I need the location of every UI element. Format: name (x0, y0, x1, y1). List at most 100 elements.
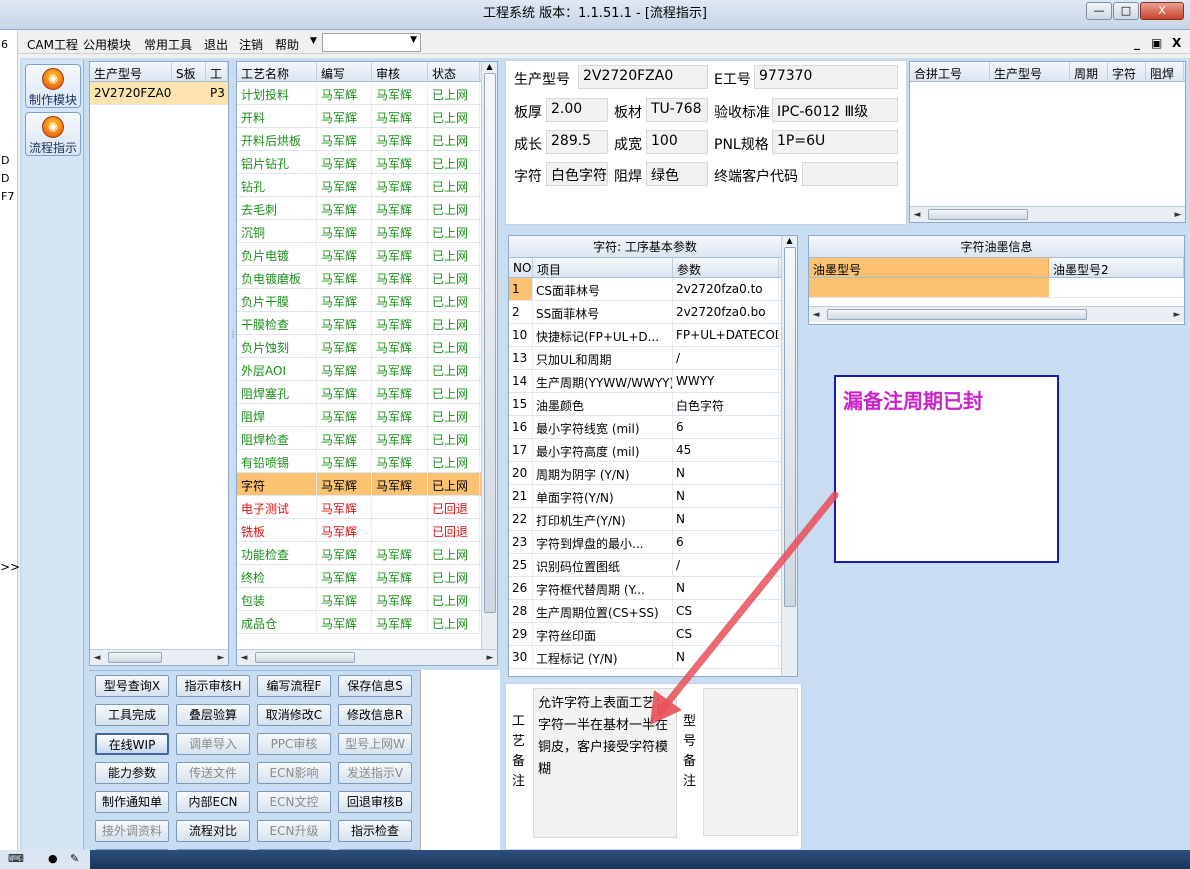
keyboard-icon[interactable]: ⌨ (8, 852, 24, 865)
col-legend[interactable]: 字符 (1108, 62, 1146, 81)
col-status[interactable]: 状态 (428, 62, 480, 81)
table-row[interactable]: 阻焊塞孔 马军辉 马军辉 已上网 (237, 381, 497, 404)
scroll-thumb[interactable] (483, 73, 496, 613)
action-button[interactable]: ECN文控 (257, 791, 331, 813)
length-field[interactable]: 289.5 (546, 130, 608, 154)
action-button[interactable]: PPC审核 (257, 733, 331, 755)
user-icon[interactable]: ● (48, 852, 58, 865)
col-s-board[interactable]: S板 (172, 62, 206, 81)
action-button[interactable]: 指示检查 (338, 820, 412, 842)
table-row[interactable]: 包装 马军辉 马军辉 已上网 (237, 588, 497, 611)
scroll-right-icon[interactable]: ► (1170, 308, 1184, 322)
mdi-restore-button[interactable]: ▣ (1151, 36, 1162, 50)
table-row[interactable]: 阻焊检查 马军辉 马军辉 已上网 (237, 427, 497, 450)
scroll-left-icon[interactable]: ◄ (90, 651, 104, 665)
table-row[interactable]: 14 生产周期(YYWW/WWYY) WWYY (509, 370, 781, 393)
e-job-field[interactable]: 977370 (754, 65, 898, 89)
action-button[interactable]: 工具完成 (95, 704, 169, 726)
col-merge-job[interactable]: 合拼工号 (910, 62, 990, 81)
menu-cam[interactable]: CAM工程 (27, 36, 78, 53)
menu-logout[interactable]: 注销 (239, 36, 263, 53)
action-button[interactable]: 接外调资料 (95, 820, 169, 842)
solder-mask-field[interactable]: 绿色 (646, 162, 708, 186)
menu-help[interactable]: 帮助 (275, 36, 299, 53)
table-row[interactable]: 电子测试 马军辉 已回退 (237, 496, 497, 519)
action-button[interactable]: 指示审核H (176, 675, 250, 697)
scroll-up-icon[interactable]: ▲ (482, 62, 497, 71)
width-field[interactable]: 100 (646, 130, 708, 154)
merge-grid-hscroll[interactable]: ◄ ► (910, 206, 1185, 222)
wrench-icon[interactable]: ✎ (70, 852, 79, 865)
table-row[interactable]: 16 最小字符线宽 (mil) 6 (509, 416, 781, 439)
mdi-minimize-button[interactable]: _ (1134, 36, 1140, 50)
minimize-button[interactable]: — (1086, 2, 1112, 20)
table-row[interactable]: 20 周期为阴字 (Y/N) N (509, 462, 781, 485)
end-customer-code-field[interactable] (802, 162, 898, 186)
scroll-right-icon[interactable]: ► (214, 651, 228, 665)
col-model[interactable]: 生产型号 (90, 62, 172, 81)
menu-common-modules[interactable]: 公用模块 (83, 36, 131, 53)
col-param[interactable]: 参数 (673, 258, 779, 277)
col-writer[interactable]: 编写 (317, 62, 372, 81)
table-row[interactable]: 去毛刺 马军辉 马军辉 已上网 (237, 197, 497, 220)
col-work[interactable]: 工 (206, 62, 228, 81)
action-button[interactable]: 保存信息S (338, 675, 412, 697)
maximize-button[interactable]: □ (1113, 2, 1139, 20)
action-button[interactable]: 型号上网W (338, 733, 412, 755)
production-model-field[interactable]: 2V2720FZA0 (578, 65, 708, 89)
action-button[interactable]: 修改信息R (338, 704, 412, 726)
action-button[interactable]: 发送指示V (338, 762, 412, 784)
process-grid-hscroll[interactable]: ◄ ► (237, 649, 497, 665)
table-row[interactable]: 负片干膜 马军辉 马军辉 已上网 (237, 289, 497, 312)
scroll-up-icon[interactable]: ▲ (782, 236, 797, 245)
col-item[interactable]: 项目 (533, 258, 673, 277)
scroll-left-icon[interactable]: ◄ (809, 308, 823, 322)
table-row[interactable]: 负电镀磨板 马军辉 马军辉 已上网 (237, 266, 497, 289)
scroll-left-icon[interactable]: ◄ (910, 208, 924, 222)
action-button[interactable]: 在线WIP (95, 733, 169, 755)
table-row[interactable]: 计划投料 马军辉 马军辉 已上网 (237, 82, 497, 105)
process-grid-vscroll[interactable]: ▲ (481, 62, 497, 649)
table-row[interactable] (809, 278, 1184, 298)
table-row[interactable]: 开料后烘板 马军辉 马军辉 已上网 (237, 128, 497, 151)
scroll-left-icon[interactable]: ◄ (237, 651, 251, 665)
nav-make-module-button[interactable]: ◉ 制作模块 (25, 64, 81, 108)
scroll-thumb[interactable] (827, 309, 1087, 320)
acceptance-standard-field[interactable]: IPC-6012 Ⅲ级 (772, 98, 898, 122)
close-button[interactable]: X (1140, 2, 1184, 20)
col-model[interactable]: 生产型号 (990, 62, 1070, 81)
table-row[interactable]: 13 只加UL和周期 / (509, 347, 781, 370)
table-row[interactable]: 钻孔 马军辉 马军辉 已上网 (237, 174, 497, 197)
scroll-right-icon[interactable]: ► (483, 651, 497, 665)
action-button[interactable]: 编写流程F (257, 675, 331, 697)
table-row[interactable]: 外层AOI 马军辉 马军辉 已上网 (237, 358, 497, 381)
action-button[interactable]: 内部ECN (176, 791, 250, 813)
legend-field[interactable]: 白色字符 (546, 162, 608, 186)
action-button[interactable]: 调单导入 (176, 733, 250, 755)
table-row[interactable]: 17 最小字符高度 (mil) 45 (509, 439, 781, 462)
action-button[interactable]: 能力参数 (95, 762, 169, 784)
action-button[interactable]: 传送文件 (176, 762, 250, 784)
splitter-handle[interactable]: ⋮ (229, 330, 237, 360)
ink-grid-hscroll[interactable]: ◄ ► (809, 306, 1184, 322)
col-no[interactable]: NO (509, 258, 533, 277)
table-row[interactable]: 负片蚀刻 马军辉 马军辉 已上网 (237, 335, 497, 358)
col-process-name[interactable]: 工艺名称 (237, 62, 317, 81)
table-row[interactable]: 2V2720FZA0 P3 (90, 82, 228, 105)
action-button[interactable]: 叠层验算 (176, 704, 250, 726)
table-row[interactable]: 干膜检查 马军辉 马军辉 已上网 (237, 312, 497, 335)
model-grid-hscroll[interactable]: ◄ ► (90, 649, 228, 665)
scroll-thumb[interactable] (108, 652, 162, 663)
table-row[interactable]: 有铅喷锡 马军辉 马军辉 已上网 (237, 450, 497, 473)
menu-tools[interactable]: 常用工具 (144, 36, 192, 53)
table-row[interactable]: 1 CS面菲林号 2v2720fza0.to (509, 278, 781, 301)
action-button[interactable]: ECN影响 (257, 762, 331, 784)
table-row[interactable]: 沉铜 马军辉 马军辉 已上网 (237, 220, 497, 243)
menu-overflow-icon[interactable]: ▼ (310, 36, 317, 46)
table-row[interactable]: 负片电镀 马军辉 马军辉 已上网 (237, 243, 497, 266)
table-row[interactable]: 2 SS面菲林号 2v2720fza0.bo (509, 301, 781, 324)
action-button[interactable]: 流程对比 (176, 820, 250, 842)
scroll-right-icon[interactable]: ► (1171, 208, 1185, 222)
material-field[interactable]: TU-768 (646, 98, 708, 122)
col-solder-mask[interactable]: 阻焊 (1146, 62, 1184, 81)
